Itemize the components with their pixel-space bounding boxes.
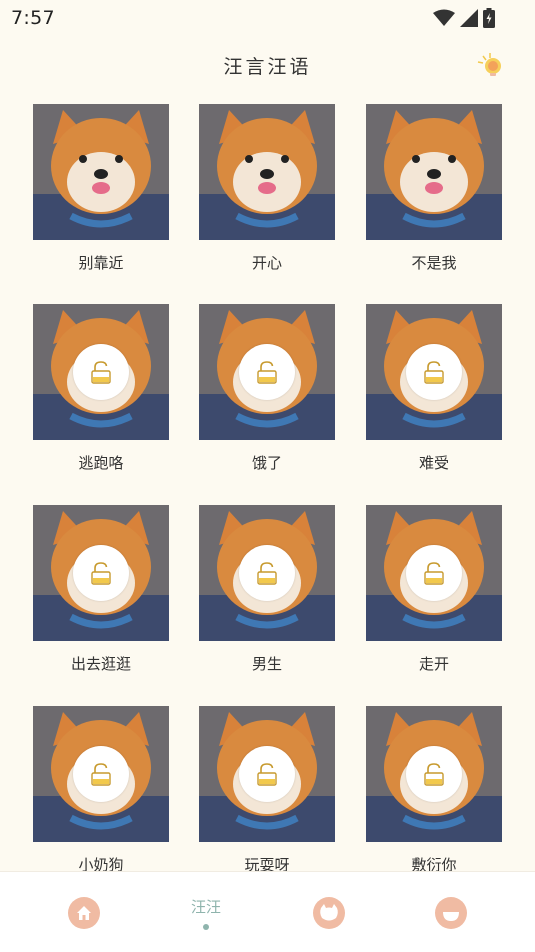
sticker-card[interactable]: 男生	[199, 505, 335, 680]
sticker-card[interactable]: 走开	[366, 505, 502, 680]
sticker-card[interactable]: 玩耍呀	[199, 706, 335, 871]
unlock-icon[interactable]	[239, 545, 295, 601]
sticker-card[interactable]: 难受	[366, 304, 502, 479]
sticker-image[interactable]	[199, 104, 335, 240]
unlock-icon[interactable]	[73, 344, 129, 400]
sticker-label: 走开	[418, 655, 449, 673]
bottom-nav: 汪汪	[0, 871, 535, 952]
sticker-label: 开心	[251, 254, 282, 272]
sticker-label: 饿了	[251, 454, 282, 472]
happy-face-icon	[435, 897, 467, 929]
sticker-card[interactable]: 小奶狗	[33, 706, 169, 871]
sticker-card[interactable]: 饿了	[199, 304, 335, 479]
sticker-card[interactable]: 别靠近	[33, 104, 169, 279]
unlock-icon[interactable]	[406, 746, 462, 802]
sticker-label: 男生	[251, 655, 282, 673]
sticker-label: 逃跑咯	[78, 454, 124, 472]
sticker-image[interactable]	[33, 104, 169, 240]
unlock-icon[interactable]	[239, 344, 295, 400]
nav-home[interactable]	[44, 872, 124, 952]
sticker-grid: 别靠近 开心 不是我逃跑咯 饿了 难受出去逛逛 男生 走开小奶狗 玩耍呀 敷衍你	[0, 0, 535, 871]
cat-face-icon	[313, 897, 345, 929]
nav-happy[interactable]	[411, 872, 491, 952]
nav-wangwang-label: 汪汪	[190, 898, 221, 916]
sticker-label: 小奶狗	[78, 856, 124, 871]
sticker-card[interactable]: 不是我	[366, 104, 502, 279]
unlock-icon[interactable]	[239, 746, 295, 802]
unlock-icon[interactable]	[406, 545, 462, 601]
nav-active-dot	[203, 924, 209, 930]
sticker-label: 不是我	[411, 254, 457, 272]
sticker-label: 玩耍呀	[244, 856, 290, 871]
nav-wangwang[interactable]: 汪汪	[166, 872, 246, 952]
nav-cat[interactable]	[289, 872, 369, 952]
unlock-icon[interactable]	[73, 746, 129, 802]
sticker-card[interactable]: 出去逛逛	[33, 505, 169, 680]
home-icon	[68, 897, 100, 929]
sticker-label: 出去逛逛	[70, 655, 131, 673]
unlock-icon[interactable]	[73, 545, 129, 601]
sticker-card[interactable]: 敷衍你	[366, 706, 502, 871]
sticker-card[interactable]: 开心	[199, 104, 335, 279]
sticker-image[interactable]	[366, 104, 502, 240]
sticker-label: 难受	[418, 454, 449, 472]
unlock-icon[interactable]	[406, 344, 462, 400]
sticker-card[interactable]: 逃跑咯	[33, 304, 169, 479]
sticker-label: 别靠近	[78, 254, 124, 272]
sticker-label: 敷衍你	[411, 856, 457, 871]
